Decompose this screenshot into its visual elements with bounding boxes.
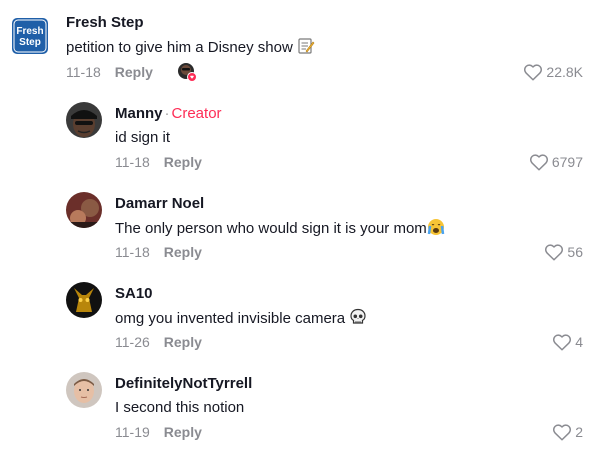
reply-button[interactable]: Reply: [164, 334, 202, 350]
comment-username[interactable]: Damarr Noel: [115, 195, 204, 213]
like-button[interactable]: 22.8K: [523, 63, 583, 81]
comment-text: id sign it: [115, 129, 171, 146]
like-count: 6797: [551, 154, 583, 170]
reply-item: SA10 omg you invented invisible camera 1…: [0, 272, 595, 362]
reply-button[interactable]: Reply: [164, 244, 202, 260]
like-count: 56: [567, 244, 583, 260]
comment-text: I second this notion: [115, 399, 245, 416]
comment-username[interactable]: Fresh Step: [66, 14, 144, 32]
creator-label: Creator: [171, 105, 222, 122]
avatar[interactable]: Fresh Step: [12, 18, 48, 54]
reply-button[interactable]: Reply: [164, 424, 202, 440]
like-count: 2: [575, 424, 583, 440]
comment-text: omg you invented invisible camera: [115, 308, 367, 332]
reply-item: DefinitelyNotTyrrell I second this notio…: [0, 362, 595, 462]
comment-meta: 11-26 Reply: [115, 333, 202, 351]
like-count: 4: [575, 334, 583, 350]
logo-text-top: Fresh: [16, 26, 43, 37]
comment-date: 11-18: [115, 154, 150, 170]
comment-meta: 11-18 Reply: [115, 243, 202, 261]
avatar[interactable]: [66, 282, 102, 318]
like-button[interactable]: 6797: [529, 153, 583, 171]
avatar[interactable]: [66, 192, 102, 228]
comment-meta: 11-19 Reply: [115, 423, 202, 441]
logo-text-bottom: Step: [19, 37, 41, 48]
skull-emoji: [349, 308, 367, 332]
like-button[interactable]: 4: [552, 333, 583, 351]
reply-button[interactable]: Reply: [164, 154, 202, 170]
comment-username[interactable]: DefinitelyNotTyrrell: [115, 375, 252, 393]
heart-icon: [553, 334, 572, 351]
like-button[interactable]: 2: [552, 423, 583, 441]
comment-text-content: petition to give him a Disney show: [66, 39, 293, 56]
heart-icon: [524, 64, 543, 81]
comment-item: Fresh Step Fresh Step petition to give h…: [0, 0, 595, 92]
comment-text: The only person who would sign it is you…: [115, 218, 445, 242]
comment-date: 11-19: [115, 424, 150, 440]
fresh-step-logo: Fresh Step: [12, 18, 48, 54]
liked-by-creator-badge: [177, 62, 197, 82]
avatar[interactable]: [66, 372, 102, 408]
comment-text: petition to give him a Disney show: [66, 37, 315, 61]
comment-text-content: The only person who would sign it is you…: [115, 220, 427, 237]
like-count: 22.8K: [546, 64, 583, 80]
badge-separator: ·: [164, 105, 170, 122]
comment-date: 11-18: [115, 244, 150, 260]
heart-icon: [545, 244, 564, 261]
avatar[interactable]: [66, 102, 102, 138]
comment-text-content: omg you invented invisible camera: [115, 310, 346, 327]
heart-icon: [529, 154, 548, 171]
reply-item: Manny · Creator id sign it 11-18 Reply 6797: [0, 92, 595, 182]
heart-icon: [553, 424, 572, 441]
memo-emoji: [297, 37, 315, 61]
reply-button[interactable]: Reply: [115, 64, 153, 80]
comment-meta: 11-18 Reply: [115, 153, 202, 171]
username-text: Manny: [115, 105, 163, 122]
creator-badge: · Creator: [163, 105, 222, 122]
comment-username[interactable]: SA10: [115, 285, 153, 303]
comment-date: 11-18: [66, 64, 101, 80]
reply-item: Damarr Noel The only person who would si…: [0, 182, 595, 272]
comment-username[interactable]: Manny · Creator: [115, 105, 222, 123]
like-button[interactable]: 56: [544, 243, 583, 261]
comment-meta: 11-18 Reply: [66, 63, 153, 81]
comment-date: 11-26: [115, 334, 150, 350]
crying-face-emoji: [427, 218, 445, 242]
